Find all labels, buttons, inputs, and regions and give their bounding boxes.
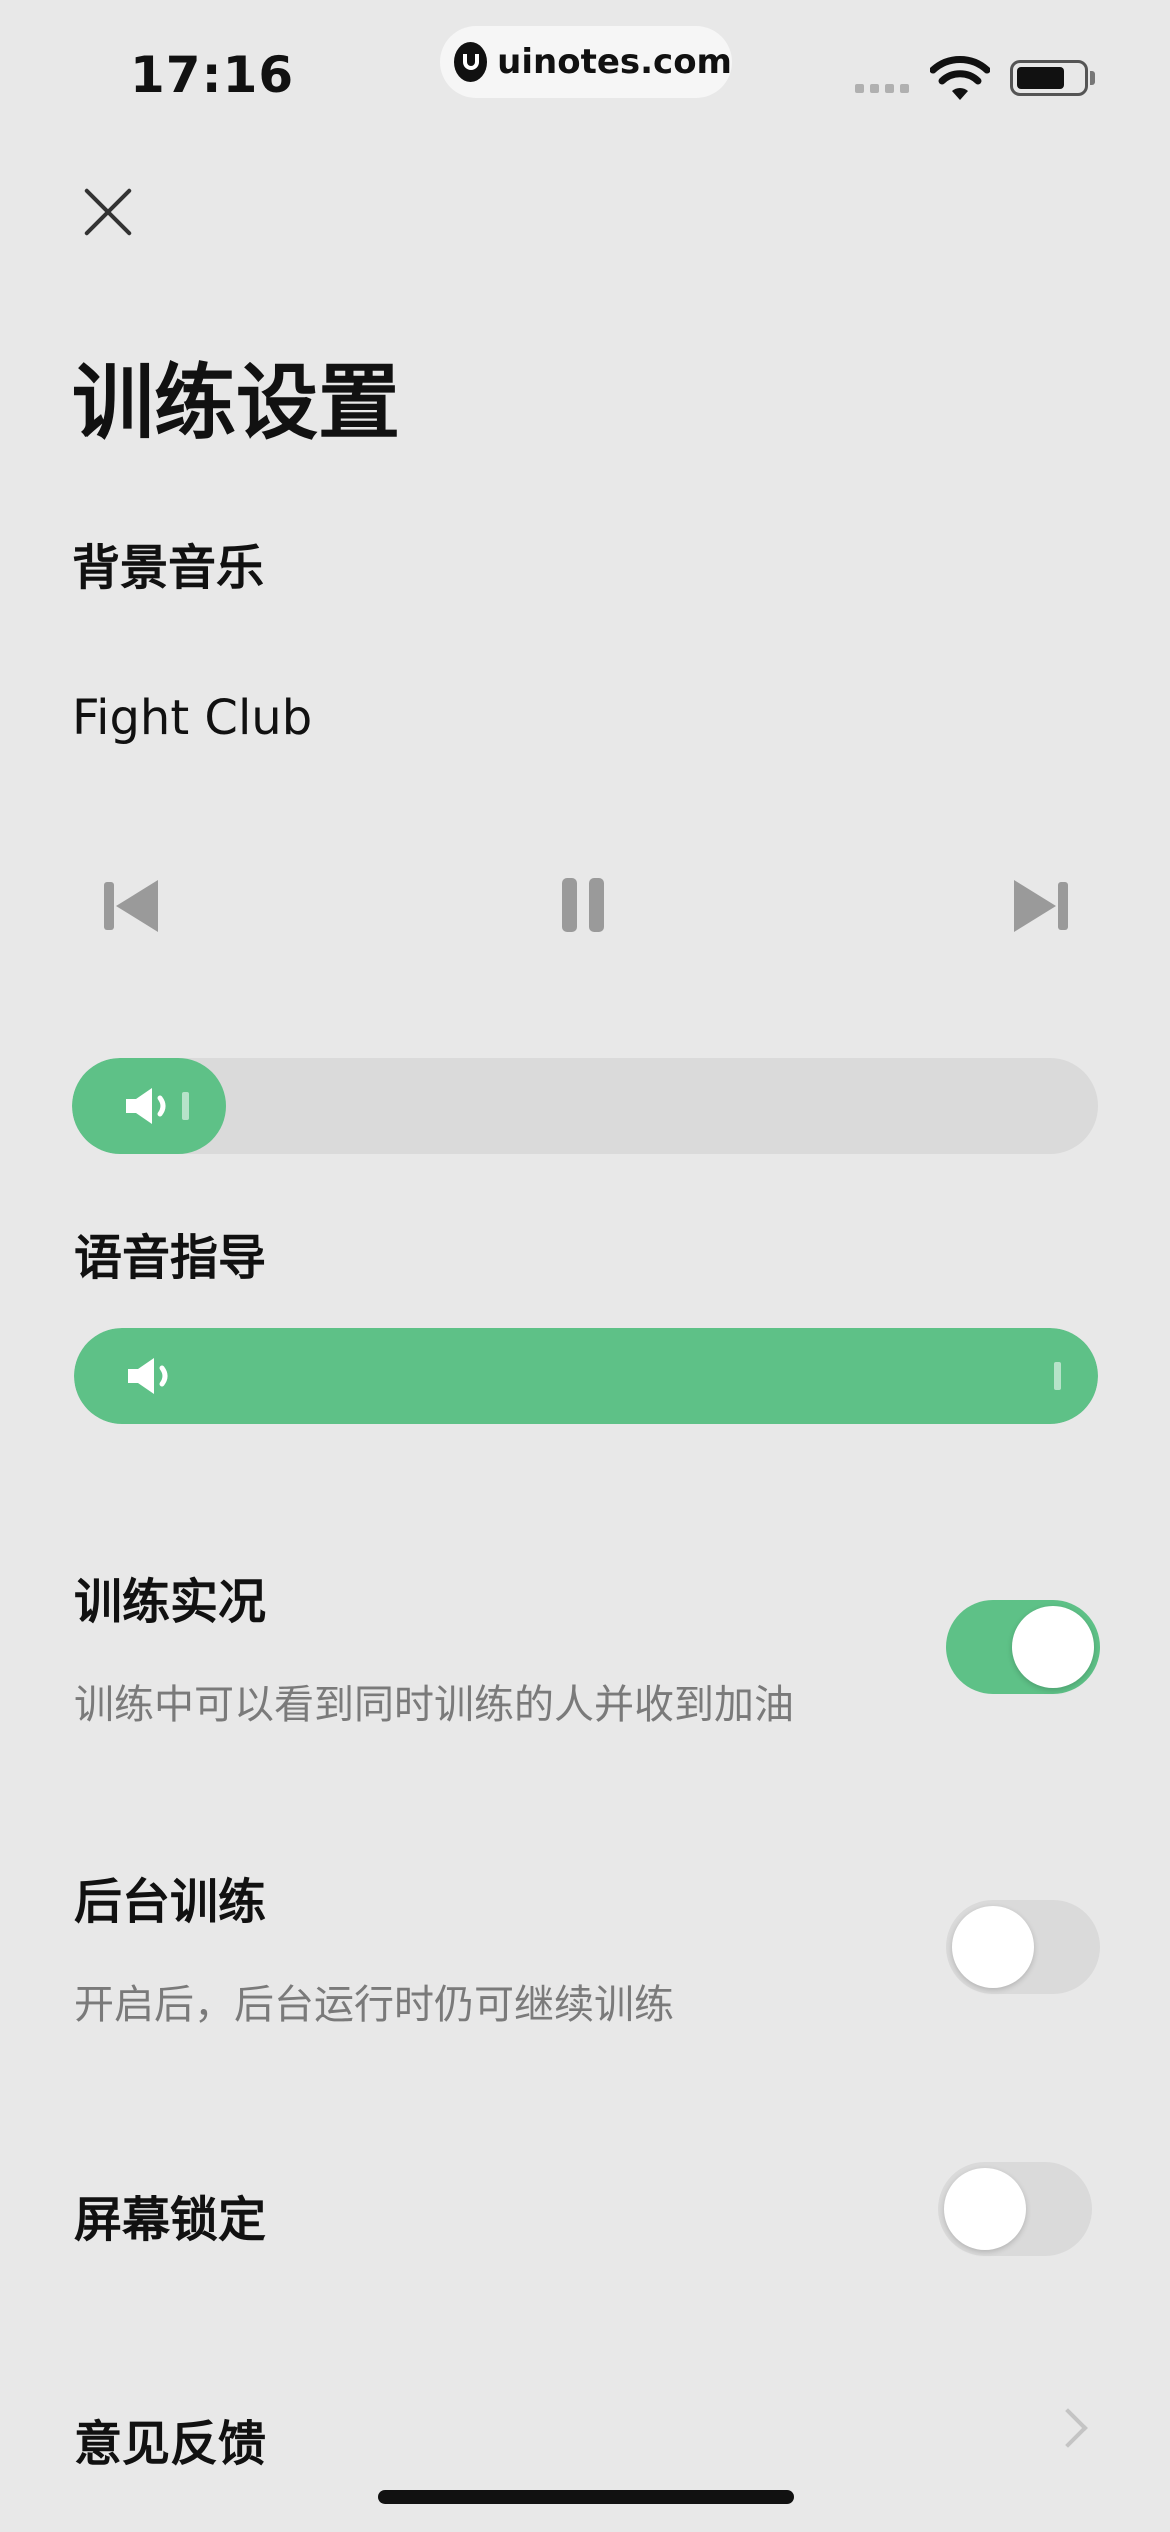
feedback-label[interactable]: 意见反馈 xyxy=(74,2404,266,2474)
toggle-knob xyxy=(1012,1606,1094,1688)
chevron-right-icon[interactable] xyxy=(1048,2408,1088,2448)
track-name: Fight Club xyxy=(72,690,313,746)
close-icon[interactable] xyxy=(80,184,136,240)
status-time: 17:16 xyxy=(130,46,295,104)
url-pill[interactable]: uinotes.com xyxy=(440,26,732,98)
music-volume-slider[interactable] xyxy=(72,1058,1098,1154)
voice-volume-fill xyxy=(74,1328,1098,1424)
voice-volume-thumb[interactable] xyxy=(1054,1362,1061,1390)
next-icon[interactable] xyxy=(1012,880,1068,932)
home-indicator xyxy=(378,2490,794,2504)
page-title: 训练设置 xyxy=(72,356,401,451)
toggle-knob xyxy=(952,1906,1034,1988)
pause-icon[interactable] xyxy=(562,878,606,932)
live-training-title: 训练实况 xyxy=(74,1574,267,1630)
music-volume-thumb[interactable] xyxy=(182,1092,189,1120)
background-training-title: 后台训练 xyxy=(74,1874,267,1930)
live-training-toggle[interactable] xyxy=(946,1600,1100,1694)
previous-icon[interactable] xyxy=(104,880,160,932)
background-training-toggle[interactable] xyxy=(946,1900,1100,1994)
site-logo-icon xyxy=(454,42,488,82)
voice-guide-label: 语音指导 xyxy=(74,1230,267,1286)
toggle-knob xyxy=(944,2168,1026,2250)
background-training-description: 开启后，后台运行时仍可继续训练 xyxy=(74,1982,674,2028)
battery-cap xyxy=(1090,71,1095,85)
voice-volume-slider[interactable] xyxy=(74,1328,1098,1424)
speaker-icon xyxy=(126,1088,166,1124)
cellular-signal-icon xyxy=(855,84,909,93)
screen-lock-toggle[interactable] xyxy=(938,2162,1092,2256)
speaker-icon xyxy=(128,1358,168,1394)
wifi-icon xyxy=(930,56,990,100)
screen-lock-title: 屏幕锁定 xyxy=(74,2192,267,2248)
url-text: uinotes.com xyxy=(497,42,732,82)
battery-icon xyxy=(1010,60,1088,96)
live-training-description: 训练中可以看到同时训练的人并收到加油 xyxy=(74,1682,794,1728)
background-music-label: 背景音乐 xyxy=(72,540,265,596)
